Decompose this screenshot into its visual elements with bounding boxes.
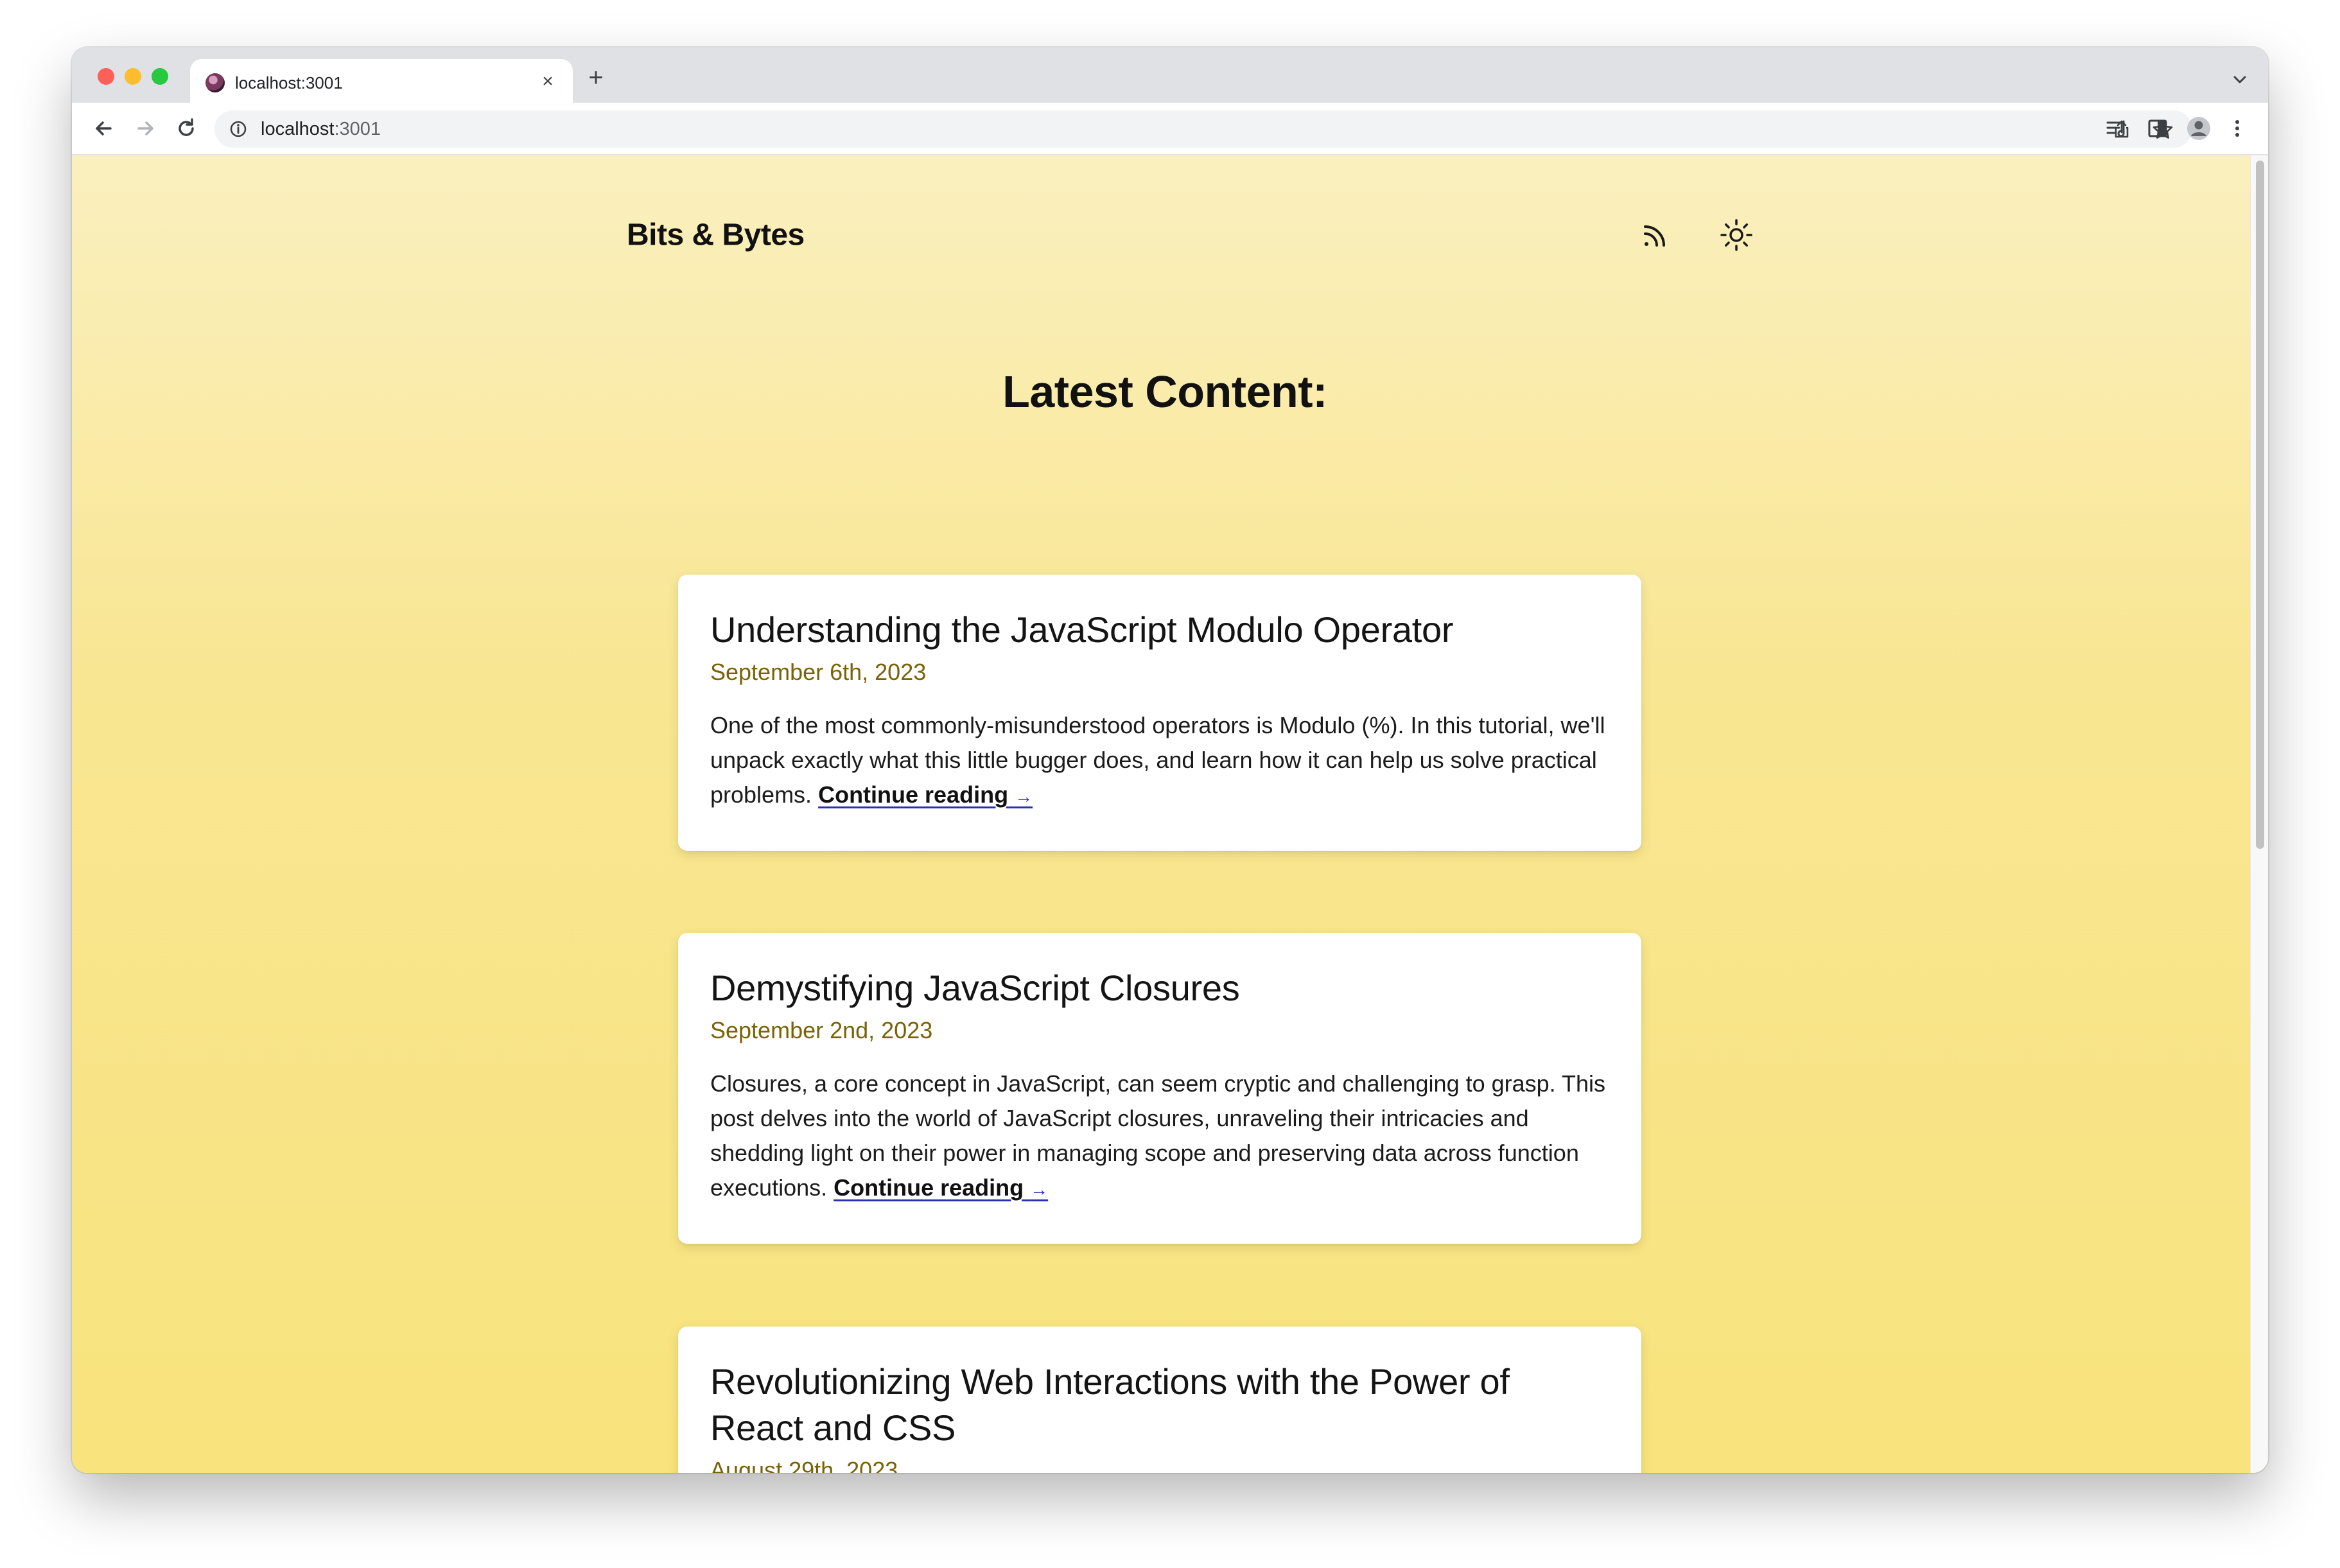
continue-reading-label: Continue reading	[834, 1174, 1024, 1201]
browser-toolbar: localhost:3001	[72, 103, 2268, 155]
profile-button[interactable]	[2185, 114, 2213, 143]
post-date: September 6th, 2023	[710, 659, 927, 685]
chevron-down-icon	[2233, 76, 2246, 83]
minimize-window-button[interactable]	[125, 68, 141, 85]
reading-list-button[interactable]	[2102, 114, 2131, 143]
post-card: Demystifying JavaScript Closures Septemb…	[678, 933, 1641, 1244]
theme-toggle-button[interactable]	[1718, 217, 1754, 253]
reload-icon	[179, 118, 194, 136]
post-date: August 29th, 2023	[710, 1457, 898, 1473]
continue-reading-label: Continue reading	[818, 781, 1009, 808]
url-port: :3001	[334, 119, 381, 139]
browser-window: localhost:3001 × + localhost:3001 Bits &…	[72, 48, 2268, 1473]
page-viewport: Bits & Bytes Latest Content: Understandi…	[72, 155, 2268, 1473]
maximize-window-button[interactable]	[152, 68, 168, 85]
post-title-link[interactable]: Demystifying JavaScript Closures	[710, 965, 1609, 1011]
url-host: localhost	[261, 119, 335, 139]
browser-menu-button[interactable]	[2223, 114, 2251, 143]
browser-tab[interactable]: localhost:3001 ×	[190, 59, 573, 103]
close-window-button[interactable]	[98, 68, 114, 85]
arrow-right-icon	[137, 121, 153, 135]
side-panel-icon	[2148, 119, 2167, 137]
info-icon	[230, 121, 247, 137]
back-button[interactable]	[90, 114, 118, 143]
url-text[interactable]: localhost:3001	[261, 118, 381, 141]
continue-reading-link[interactable]: Continue reading →	[834, 1174, 1048, 1201]
continue-reading-link[interactable]: Continue reading →	[818, 781, 1033, 808]
tab-strip: localhost:3001 × +	[72, 48, 2268, 103]
site-info-button[interactable]	[229, 119, 248, 139]
site-title-link[interactable]: Bits & Bytes	[627, 218, 805, 253]
arrow-left-icon	[96, 121, 112, 135]
page-heading: Latest Content:	[1002, 367, 1327, 417]
reading-list-icon	[2106, 120, 2125, 137]
side-panel-button[interactable]	[2144, 114, 2172, 143]
forward-button[interactable]	[131, 114, 159, 143]
rss-feed-button[interactable]	[1639, 218, 1672, 252]
arrow-right-icon: →	[1015, 787, 1033, 806]
scrollbar-thumb[interactable]	[2256, 161, 2264, 849]
post-title-link[interactable]: Understanding the JavaScript Modulo Oper…	[710, 607, 1609, 653]
avatar-icon	[2187, 117, 2210, 140]
close-icon: ×	[542, 71, 554, 92]
rss-icon	[1644, 225, 1665, 247]
sun-icon	[1720, 219, 1752, 251]
post-summary: Closures, a core concept in JavaScript, …	[710, 1067, 1609, 1207]
tab-title: localhost:3001	[235, 73, 343, 92]
kebab-menu-icon	[2235, 120, 2239, 137]
post-summary: One of the most commonly-misunderstood o…	[710, 708, 1609, 814]
post-date: September 2nd, 2023	[710, 1017, 933, 1043]
reload-button[interactable]	[172, 114, 200, 143]
favicon-icon	[205, 73, 225, 92]
tab-search-button[interactable]	[2230, 69, 2250, 90]
post-card: Understanding the JavaScript Modulo Oper…	[678, 575, 1641, 851]
post-card: Revolutionizing Web Interactions with th…	[678, 1327, 1641, 1473]
new-tab-button[interactable]: +	[583, 65, 609, 91]
arrow-right-icon: →	[1030, 1180, 1049, 1199]
address-bar[interactable]: localhost:3001	[214, 110, 2192, 148]
tab-close-button[interactable]: ×	[536, 69, 560, 94]
page-scrollbar[interactable]	[2250, 155, 2268, 1473]
post-title-link[interactable]: Revolutionizing Web Interactions with th…	[710, 1359, 1609, 1451]
